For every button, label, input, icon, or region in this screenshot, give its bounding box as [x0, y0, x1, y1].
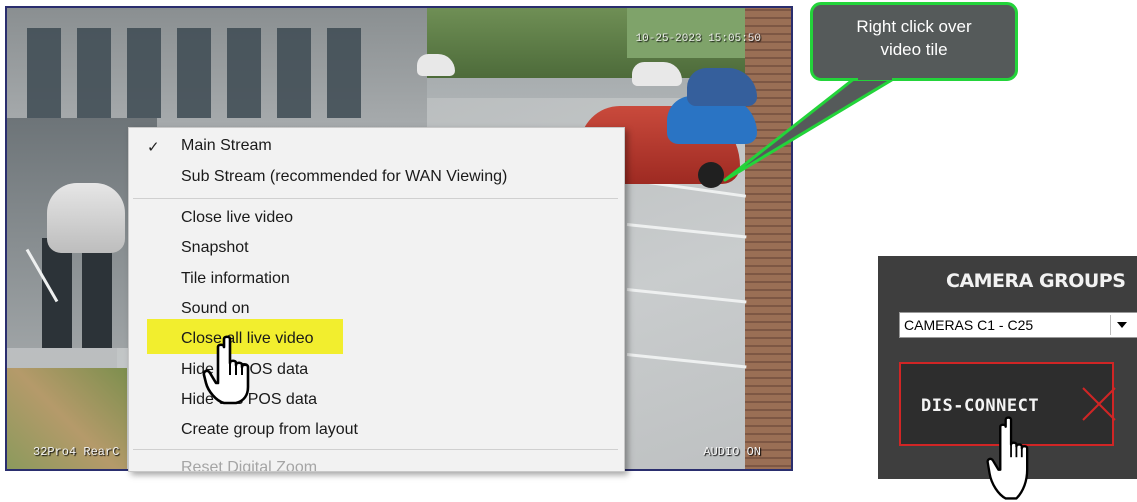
callout-joint [858, 74, 892, 80]
menu-item-sub-stream[interactable]: Sub Stream (recommended for WAN Viewing) [181, 167, 507, 187]
callout-line1: Right click over [856, 17, 972, 36]
context-menu: ✓ Main Stream Sub Stream (recommended fo… [128, 127, 625, 472]
window [27, 28, 61, 118]
building-upper [7, 8, 427, 128]
window [227, 28, 261, 118]
window [127, 28, 161, 118]
camera-groups-title: CAMERA GROUPS [946, 270, 1126, 292]
menu-item-reset-digital-zoom: Reset Digital Zoom [181, 459, 318, 472]
wheel [698, 162, 724, 188]
camera-group-select[interactable]: CAMERAS C1 - C25 [899, 312, 1137, 338]
hand-pointer-icon [202, 335, 250, 405]
checkmark-icon: ✓ [147, 139, 160, 156]
camera-label: 32Pro4 RearC [33, 445, 120, 459]
menu-item-snapshot[interactable]: Snapshot [181, 238, 249, 258]
menu-item-create-group[interactable]: Create group from layout [181, 420, 358, 440]
menu-item-sound-on[interactable]: Sound on [181, 299, 250, 319]
audio-status: AUDIO ON [703, 445, 761, 459]
white-car [632, 62, 682, 86]
door [82, 238, 112, 348]
menu-item-tile-information[interactable]: Tile information [181, 269, 290, 289]
menu-item-close-live-video[interactable]: Close live video [181, 208, 293, 228]
window [327, 28, 361, 118]
disconnect-label: DIS-CONNECT [921, 396, 1040, 416]
callout-bubble: Right click over video tile [810, 2, 1018, 81]
camera-group-select-value: CAMERAS C1 - C25 [904, 317, 1034, 333]
silver-car [47, 183, 125, 253]
door [42, 238, 72, 348]
timestamp: 10-25-2023 15:05:50 [635, 33, 761, 45]
menu-separator [133, 198, 618, 199]
window [77, 28, 111, 118]
dropdown-arrow-icon[interactable] [1110, 315, 1133, 335]
close-x-icon [1082, 387, 1116, 421]
callout-line2: video tile [880, 40, 948, 59]
hand-pointer-icon [986, 416, 1029, 500]
white-car [417, 54, 455, 76]
menu-item-main-stream[interactable]: Main Stream [181, 136, 272, 156]
window [277, 28, 311, 118]
brick-wall [745, 8, 791, 469]
menu-separator [133, 449, 618, 450]
window [177, 28, 211, 118]
